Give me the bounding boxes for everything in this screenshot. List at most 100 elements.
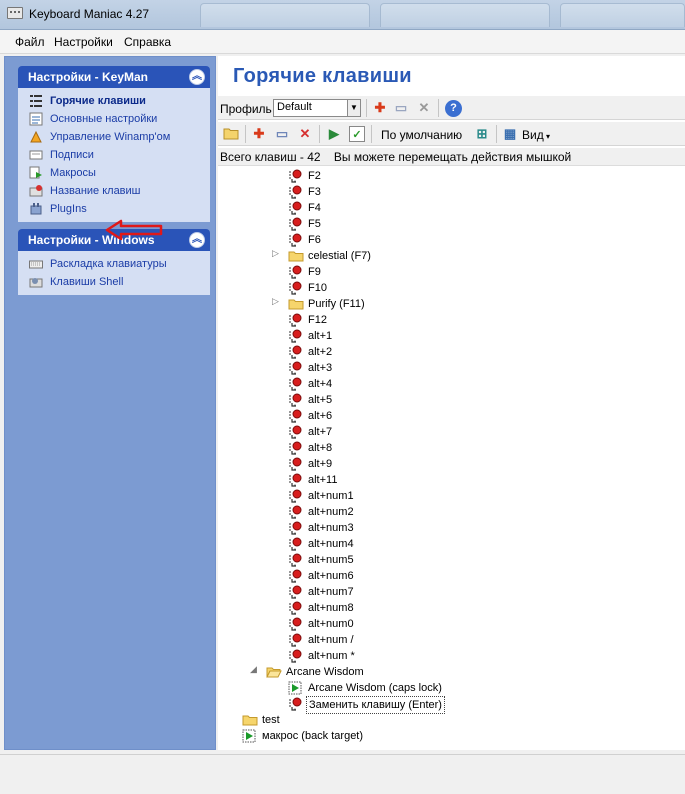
panel-header[interactable]: Настройки - KeyMan ︽ [18, 66, 210, 88]
tree-node-label: Arcane Wisdom [286, 666, 364, 678]
tree-structure-icon[interactable]: ⊞ [474, 126, 490, 142]
red-arrow-annotation-icon [105, 219, 163, 241]
sidebar-item[interactable]: Горячие клавиши [18, 92, 210, 110]
expand-arrow-icon[interactable]: ▷ [272, 248, 279, 259]
tree-node-label: F5 [308, 218, 321, 230]
tree-node-label: alt+num3 [308, 522, 354, 534]
tree-node-label: alt+7 [308, 426, 333, 438]
toolbar-separator [245, 125, 246, 143]
sidebar-item[interactable]: Клавиши Shell [18, 273, 210, 291]
toolbar-separator [371, 125, 372, 143]
chevron-down-icon[interactable]: ▼ [347, 100, 360, 116]
tree-node-label: alt+3 [308, 362, 333, 374]
tree-node-label: alt+num2 [308, 506, 354, 518]
collapse-arrow-icon[interactable]: ◢ [250, 664, 257, 675]
macro-icon [29, 166, 43, 180]
profile-select[interactable]: Default ▼ [273, 99, 361, 117]
folder-icon [288, 297, 304, 311]
tree-node-label: F12 [308, 314, 327, 326]
delete-profile-icon[interactable]: ✕ [416, 100, 432, 116]
sidebar-item[interactable]: PlugIns [18, 200, 210, 218]
menu-settings[interactable]: Настройки [52, 35, 115, 49]
tree-node-label: F10 [308, 282, 327, 294]
background-window-tab[interactable] [200, 3, 370, 27]
add-hotkey-icon[interactable]: ✚ [251, 126, 267, 142]
checkbox-enable-icon[interactable]: ✓ [349, 126, 365, 142]
tree-node-label: F9 [308, 266, 321, 278]
profile-label: Профиль [220, 102, 272, 116]
hotkey-icon [288, 457, 302, 471]
sidebar-item-label: Подписи [50, 149, 94, 161]
shell-icon [29, 275, 43, 289]
statusbar [0, 754, 685, 794]
rename-profile-icon[interactable]: ▭ [393, 100, 409, 116]
sidebar-item[interactable]: Основные настройки [18, 110, 210, 128]
collapse-chevron-icon[interactable]: ︽ [189, 232, 205, 248]
background-window-tab[interactable] [560, 3, 685, 27]
hotkey-icon [288, 537, 302, 551]
sidebar-item-label: Клавиши Shell [50, 276, 124, 288]
hotkey-icon [288, 425, 302, 439]
sidebar-item[interactable]: Подписи [18, 146, 210, 164]
folder-open-icon [266, 665, 282, 679]
main-pane: Горячие клавиши Профиль Default ▼ ✚ ▭ ✕ … [218, 56, 685, 750]
tree-node-label: alt+9 [308, 458, 333, 470]
sidebar-item[interactable]: Макросы [18, 164, 210, 182]
menu-file[interactable]: Файл [13, 35, 47, 49]
new-folder-icon[interactable] [223, 126, 239, 142]
tree-node-label: F4 [308, 202, 321, 214]
tree-node-label: alt+num6 [308, 570, 354, 582]
default-button[interactable]: По умолчанию [381, 128, 462, 142]
keyboard-app-icon [7, 7, 23, 19]
winamp-icon [29, 130, 43, 144]
folder-icon [242, 713, 258, 727]
toolbar-separator [366, 99, 367, 117]
tree-node-label: alt+num0 [308, 618, 354, 630]
hotkey-icon [288, 633, 302, 647]
delete-hotkey-icon[interactable]: ✕ [297, 126, 313, 142]
run-macro-icon[interactable]: ▶ [326, 126, 342, 142]
hotkey-icon [288, 473, 302, 487]
sidebar-item[interactable]: Управление Winamp'ом [18, 128, 210, 146]
tree-node-label: alt+6 [308, 410, 333, 422]
tree-node-label: celestial (F7) [308, 250, 371, 262]
panel-title: Настройки - KeyMan [28, 70, 148, 84]
window-titlebar: Keyboard Maniac 4.27 [0, 0, 685, 30]
sidebar-item-label: Название клавиш [50, 185, 141, 197]
menu-help[interactable]: Справка [122, 35, 173, 49]
background-window-tab[interactable] [380, 3, 550, 27]
tree-node-label: alt+num5 [308, 554, 354, 566]
hotkey-icon [288, 569, 302, 583]
collapse-chevron-icon[interactable]: ︽ [189, 69, 205, 85]
hotkey-icon [288, 169, 302, 183]
view-grid-icon[interactable]: ▦ [502, 126, 518, 142]
sidebar-item[interactable]: Название клавиш [18, 182, 210, 200]
tree-node-label: Purify (F11) [308, 298, 365, 310]
macro-icon [288, 681, 302, 695]
hotkey-icon [288, 201, 302, 215]
edit-hotkey-icon[interactable]: ▭ [274, 126, 290, 142]
tree-node-label: F6 [308, 234, 321, 246]
hotkeys-tree[interactable]: F2 F3 F4 F5 F6 celestial (F7) ▷ F9 F10 Purify (F1… [218, 168, 685, 750]
key-names-icon [29, 184, 43, 198]
tree-node-label: alt+num / [308, 634, 354, 646]
sidebar-item-label: Раскладка клавиатуры [50, 258, 167, 270]
total-keys-count: Всего клавиш - 42 [220, 150, 321, 164]
expand-arrow-icon[interactable]: ▷ [272, 296, 279, 307]
view-button[interactable]: Вид ▾ [522, 128, 550, 142]
tree-node-label: alt+8 [308, 442, 333, 454]
profile-select-value: Default [277, 101, 312, 113]
tree-node-label: alt+num4 [308, 538, 354, 550]
tree-node-label: макрос (back target) [262, 730, 364, 742]
help-icon[interactable]: ? [445, 100, 462, 117]
hotkey-icon [288, 265, 302, 279]
sidebar-item-label: Управление Winamp'ом [50, 131, 171, 143]
hotkey-icon [288, 281, 302, 295]
hotkey-icon [288, 185, 302, 199]
panel-body: Горячие клавиши Основные настройки Управле… [18, 88, 210, 222]
hotkey-icon [288, 313, 302, 327]
sidebar-item[interactable]: Раскладка клавиатуры [18, 255, 210, 273]
add-profile-icon[interactable]: ✚ [372, 100, 388, 116]
hotkey-icon [288, 585, 302, 599]
hotkey-icon [288, 489, 302, 503]
